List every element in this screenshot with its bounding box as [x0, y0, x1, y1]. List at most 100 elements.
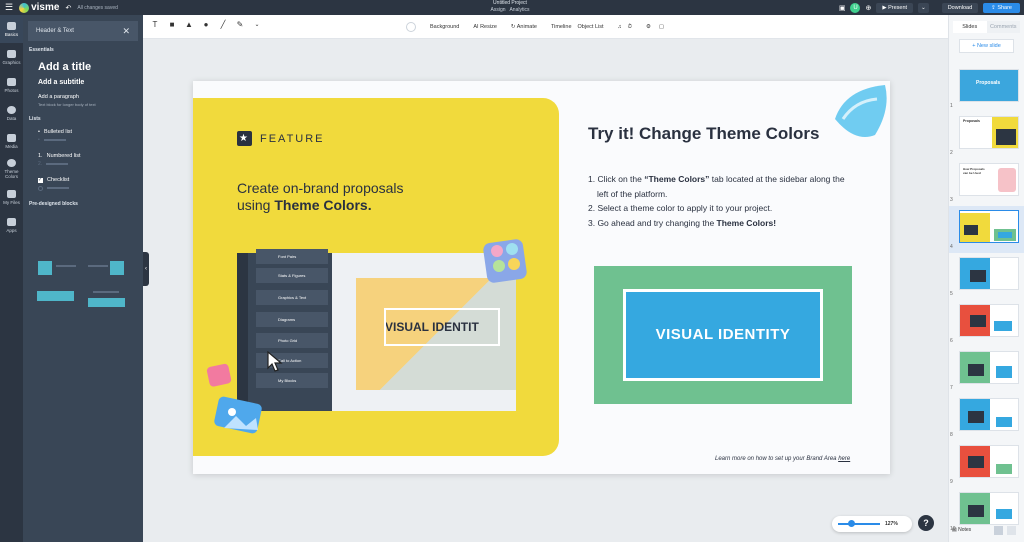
tab-comments[interactable]: Comments	[986, 21, 1020, 33]
rail-graphics[interactable]: Graphics	[0, 43, 23, 71]
mockup-item: Diagrams	[256, 312, 328, 327]
present-button[interactable]: ▶ Present	[876, 2, 914, 13]
grid-view-icon[interactable]	[994, 526, 1003, 535]
comment-icon[interactable]: ▣	[839, 4, 846, 12]
cursor-icon	[267, 351, 283, 372]
folder-icon	[7, 189, 16, 198]
slide-thumbnail[interactable]: Proposals 1	[949, 65, 1024, 112]
line-tool-icon[interactable]: ╱	[219, 21, 227, 29]
zoom-slider-knob[interactable]	[848, 520, 855, 527]
present-options-chevron-icon[interactable]: ⌄	[918, 2, 929, 13]
zoom-control[interactable]: 127%	[832, 516, 912, 532]
circle-tool-icon[interactable]: ●	[202, 21, 210, 29]
slide-thumbnail[interactable]: 6	[949, 300, 1024, 347]
text-tool-icon[interactable]: T	[151, 21, 159, 29]
slide-thumbnail-selected[interactable]: 4	[949, 206, 1024, 253]
rail-media[interactable]: Media	[0, 127, 23, 155]
rail-apps[interactable]: Apps	[0, 211, 23, 239]
notes-button[interactable]: ▤ Notes	[952, 527, 971, 533]
download-button[interactable]: Download	[941, 2, 979, 13]
rail-theme-colors[interactable]: Theme Colors	[0, 155, 23, 183]
background-button[interactable]: Background	[430, 24, 459, 30]
add-paragraph-item[interactable]: Add a paragraph	[23, 94, 143, 100]
help-button[interactable]: ?	[918, 515, 934, 531]
add-title-item[interactable]: Add a title	[23, 61, 143, 73]
mockup-panel: Font Pairs Stats & Figures Graphics & Te…	[248, 249, 332, 411]
rail-photos[interactable]: Photos	[0, 71, 23, 99]
predesigned-block-1[interactable]	[38, 261, 52, 275]
timer-icon[interactable]: ⏱	[628, 24, 632, 31]
checklist-item[interactable]: ✓ Checklist	[23, 177, 143, 183]
animate-button[interactable]: ↻ Animate	[511, 24, 537, 30]
mockup-item: Stats & Figures	[256, 268, 328, 283]
image-3d-icon	[214, 396, 262, 434]
predesigned-block-2[interactable]	[110, 261, 124, 275]
avatar[interactable]: U	[850, 2, 861, 13]
learn-more-text: Learn more on how to set up your Brand A…	[715, 456, 851, 462]
mockup-visual-identity: VISUAL IDENTIT	[384, 308, 500, 346]
assign-link[interactable]: Assign	[491, 7, 506, 13]
list-view-icon[interactable]	[1007, 526, 1016, 535]
hamburger-menu-icon[interactable]: ☰	[5, 2, 13, 13]
pen-tool-icon[interactable]: ✎	[236, 21, 244, 29]
here-link[interactable]: here	[838, 456, 850, 462]
new-slide-button[interactable]: + New slide	[959, 39, 1014, 53]
visme-logo[interactable]: visme	[19, 2, 59, 13]
triangle-tool-icon[interactable]: ▲	[185, 21, 193, 29]
add-subtitle-item[interactable]: Add a subtitle	[23, 79, 143, 86]
timeline-button[interactable]: Timeline	[551, 24, 572, 30]
slide-thumbnail[interactable]: 7	[949, 347, 1024, 394]
undo-icon[interactable]: ↶	[65, 4, 71, 12]
numbered-list-item[interactable]: 1. Numbered list	[23, 153, 143, 159]
step-3: 3. Go ahead and try changing the Theme C…	[588, 217, 777, 228]
steps-list[interactable]: 1. Click on the “Theme Colors” tab locat…	[588, 172, 848, 230]
checklist-preview	[38, 185, 143, 191]
slide-thumbnail[interactable]: 9	[949, 441, 1024, 488]
slide-canvas[interactable]: ★ FEATURE Create on-brand proposals usin…	[193, 81, 890, 474]
editor-toolbar: T ■ ▲ ● ╱ ✎ ⌄ Background AI Resize ↻ Ani…	[23, 15, 948, 39]
share-button[interactable]: ⇪ Share	[983, 2, 1020, 13]
mockup-item: Font Pairs	[256, 249, 328, 264]
close-panel-icon[interactable]: ✕	[122, 26, 130, 37]
basics-icon	[7, 21, 16, 30]
predesigned-block-4[interactable]	[88, 298, 125, 307]
zoom-slider[interactable]	[838, 520, 880, 527]
header-text-panel: Header & Text ✕ Essentials Add a title A…	[23, 15, 143, 542]
rail-basics[interactable]: Basics	[0, 15, 23, 43]
predesigned-block-3[interactable]	[37, 291, 74, 301]
panel-title: Header & Text	[36, 28, 74, 34]
essentials-heading: Essentials	[29, 47, 54, 53]
editor-mockup-image: Font Pairs Stats & Figures Graphics & Te…	[237, 249, 516, 411]
rail-data[interactable]: Data	[0, 99, 23, 127]
panel-header: Header & Text ✕	[28, 21, 138, 41]
slide-thumbnail[interactable]: 8	[949, 394, 1024, 441]
music-icon[interactable]: ♫	[618, 24, 622, 30]
mockup-item: Graphics & Text	[256, 290, 328, 305]
object-list-button[interactable]: Object List	[578, 24, 604, 30]
slide-thumbnail[interactable]: Proposals 2	[949, 112, 1024, 159]
background-color-swatch[interactable]	[406, 22, 416, 32]
collapse-panel-chevron-icon[interactable]: ‹	[143, 252, 149, 286]
analytics-link[interactable]: Analytics	[509, 7, 529, 13]
slide-thumbnail[interactable]: How Proposals can be Used 3	[949, 159, 1024, 206]
ai-resize-button[interactable]: AI Resize	[473, 24, 497, 30]
slide-headline[interactable]: Create on-brand proposals using Theme Co…	[237, 180, 457, 214]
rail-my-files[interactable]: My Files	[0, 183, 23, 211]
project-title[interactable]: Untitled Project	[440, 0, 580, 7]
settings-gear-icon[interactable]: ⚙	[646, 24, 651, 30]
bulleted-list-item[interactable]: • Bulleted list	[23, 129, 143, 135]
star-icon: ★	[237, 131, 252, 146]
try-it-title[interactable]: Try it! Change Theme Colors	[588, 124, 819, 144]
tab-slides[interactable]: Slides	[953, 21, 987, 33]
data-icon	[7, 105, 16, 114]
left-rail: Basics Graphics Photos Data Media Theme …	[0, 15, 23, 542]
checkbox-icon: ✓	[38, 176, 43, 183]
apps-icon	[7, 217, 16, 226]
slide-thumbnail[interactable]: 5	[949, 253, 1024, 300]
more-tools-chevron-icon[interactable]: ⌄	[253, 21, 261, 29]
visual-identity-box[interactable]: VISUAL IDENTITY	[623, 289, 823, 381]
rectangle-tool-icon[interactable]: ■	[168, 21, 176, 29]
comment-box-icon[interactable]: ▢	[659, 24, 664, 30]
save-status: All changes saved	[77, 4, 118, 11]
add-collaborator-icon[interactable]: ⊕	[865, 4, 871, 12]
